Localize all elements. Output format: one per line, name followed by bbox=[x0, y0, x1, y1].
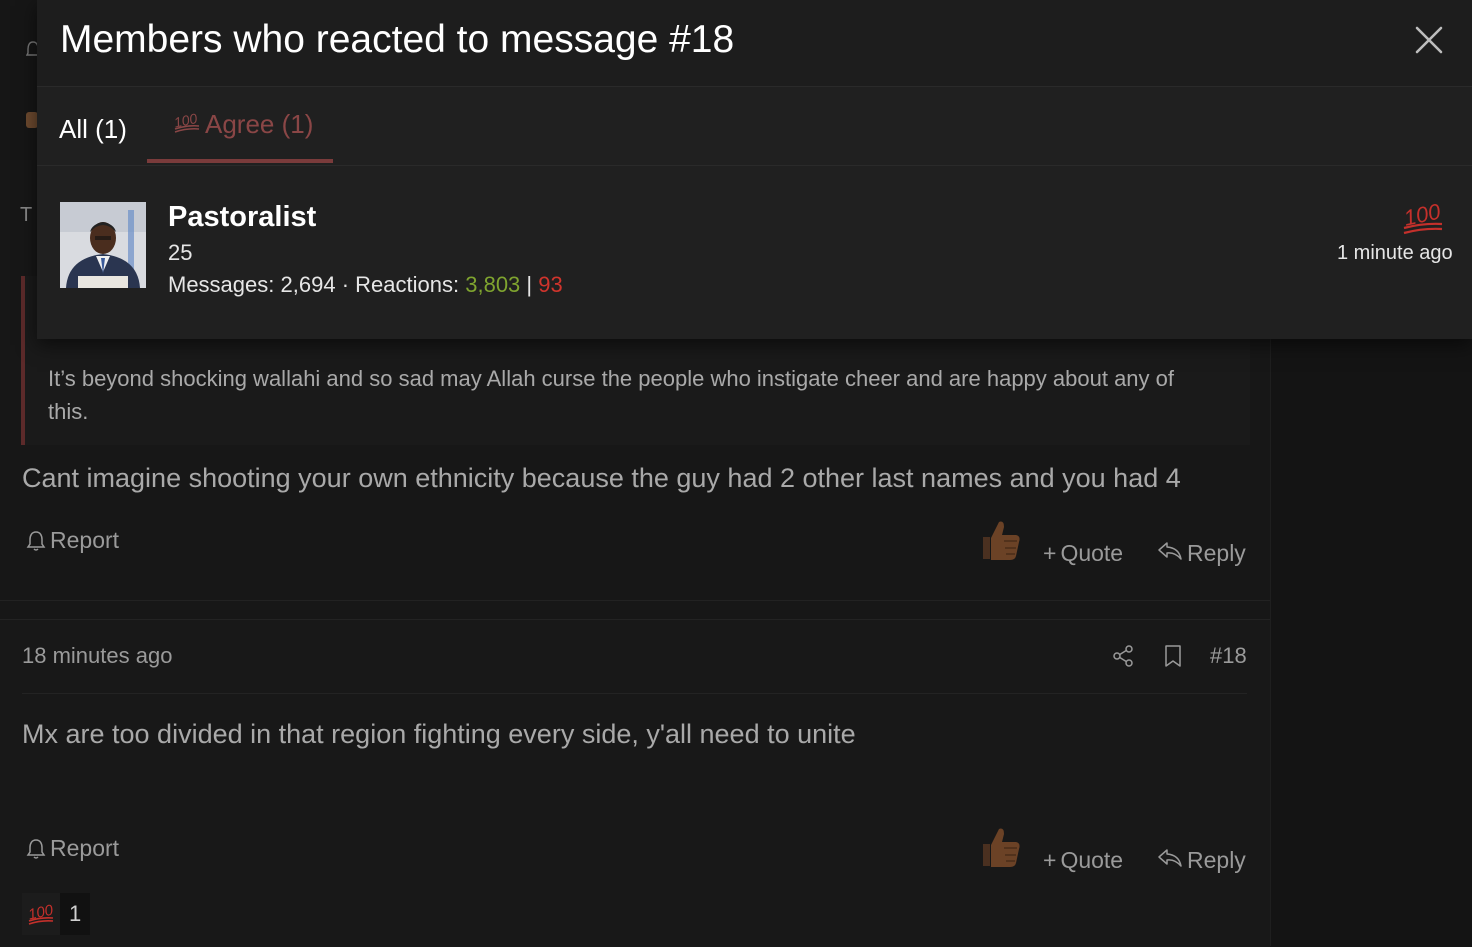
reply-icon bbox=[1157, 540, 1183, 567]
hundred-points-icon: 100 bbox=[22, 897, 60, 932]
modal-title: Members who reacted to message #18 bbox=[60, 18, 735, 61]
quote-label: Quote bbox=[1060, 540, 1124, 566]
reaction-tabs: All (1) 100 Agree (1) bbox=[37, 87, 1472, 166]
reply-button[interactable]: Reply bbox=[1157, 847, 1246, 874]
post-time[interactable]: 18 minutes ago bbox=[22, 643, 172, 669]
stats-separator: · bbox=[341, 272, 350, 297]
post-header-divider bbox=[22, 693, 1247, 694]
close-icon bbox=[1415, 26, 1443, 54]
reply-label: Reply bbox=[1187, 847, 1246, 873]
hundred-points-icon: 100 bbox=[172, 108, 201, 141]
like-button[interactable] bbox=[978, 517, 1024, 563]
report-button[interactable]: Report bbox=[26, 835, 119, 862]
reply-button[interactable]: Reply bbox=[1157, 540, 1246, 567]
hundred-points-icon: 100 bbox=[1337, 196, 1472, 243]
share-icon[interactable] bbox=[1111, 644, 1135, 673]
thumbs-up-icon bbox=[983, 828, 1020, 867]
thumbs-up-icon bbox=[983, 521, 1020, 560]
reactions-label: Reactions: bbox=[355, 272, 460, 297]
svg-text:100: 100 bbox=[1402, 198, 1444, 230]
quote-button[interactable]: + Quote bbox=[1043, 847, 1123, 874]
report-label: Report bbox=[50, 835, 120, 861]
quote-text: It’s beyond shocking wallahi and so sad … bbox=[48, 366, 1174, 424]
avatar[interactable] bbox=[60, 202, 146, 288]
post-body: Mx are too divided in that region fighti… bbox=[22, 719, 856, 749]
modal-header: Members who reacted to message #18 bbox=[37, 0, 1472, 87]
post bbox=[0, 619, 1270, 947]
member-row: Pastoralist 25 Messages: 2,694 · Reactio… bbox=[37, 166, 1472, 339]
reply-label: Reply bbox=[1187, 540, 1246, 566]
reactions-positive: 3,803 bbox=[465, 272, 521, 297]
plus-icon: + bbox=[1043, 540, 1057, 566]
background-text-fragment: T bbox=[20, 204, 33, 226]
reaction-time: 1 minute ago bbox=[1337, 242, 1453, 264]
tab-all[interactable]: All (1) bbox=[59, 114, 127, 145]
quote-button[interactable]: + Quote bbox=[1043, 540, 1123, 567]
plus-icon: + bbox=[1043, 847, 1057, 873]
reactions-modal: Members who reacted to message #18 All (… bbox=[37, 0, 1472, 339]
bookmark-icon[interactable] bbox=[1163, 644, 1183, 673]
post-body: Cant imagine shooting your own ethnicity… bbox=[22, 463, 1181, 493]
report-label: Report bbox=[50, 527, 120, 553]
reply-icon bbox=[1157, 847, 1183, 874]
page: T It’s beyond shocking wallahi and so sa… bbox=[0, 0, 1472, 947]
close-button[interactable] bbox=[1413, 24, 1445, 56]
member-name[interactable]: Pastoralist bbox=[168, 201, 316, 234]
tab-agree-label: Agree (1) bbox=[205, 109, 314, 139]
report-button[interactable]: Report bbox=[26, 527, 119, 554]
messages-count: 2,694 bbox=[280, 272, 336, 297]
svg-text:100: 100 bbox=[173, 110, 199, 131]
like-button[interactable] bbox=[978, 824, 1024, 870]
reactions-negative: 93 bbox=[538, 272, 563, 297]
post-number[interactable]: #18 bbox=[1210, 643, 1247, 669]
tab-agree[interactable]: 100 Agree (1) bbox=[147, 87, 333, 163]
member-subtitle: 25 bbox=[168, 240, 193, 265]
reaction-summary[interactable]: 100 1 bbox=[22, 893, 91, 935]
messages-label: Messages: bbox=[168, 272, 275, 297]
post-divider bbox=[0, 600, 1270, 601]
bell-icon bbox=[26, 530, 46, 552]
member-stats: Messages: 2,694 · Reactions: 3,803 | 93 bbox=[168, 272, 563, 298]
reactions-divider: | bbox=[526, 272, 533, 297]
reaction-count: 1 bbox=[60, 893, 91, 935]
quote-label: Quote bbox=[1060, 847, 1124, 873]
bell-icon bbox=[26, 838, 46, 860]
